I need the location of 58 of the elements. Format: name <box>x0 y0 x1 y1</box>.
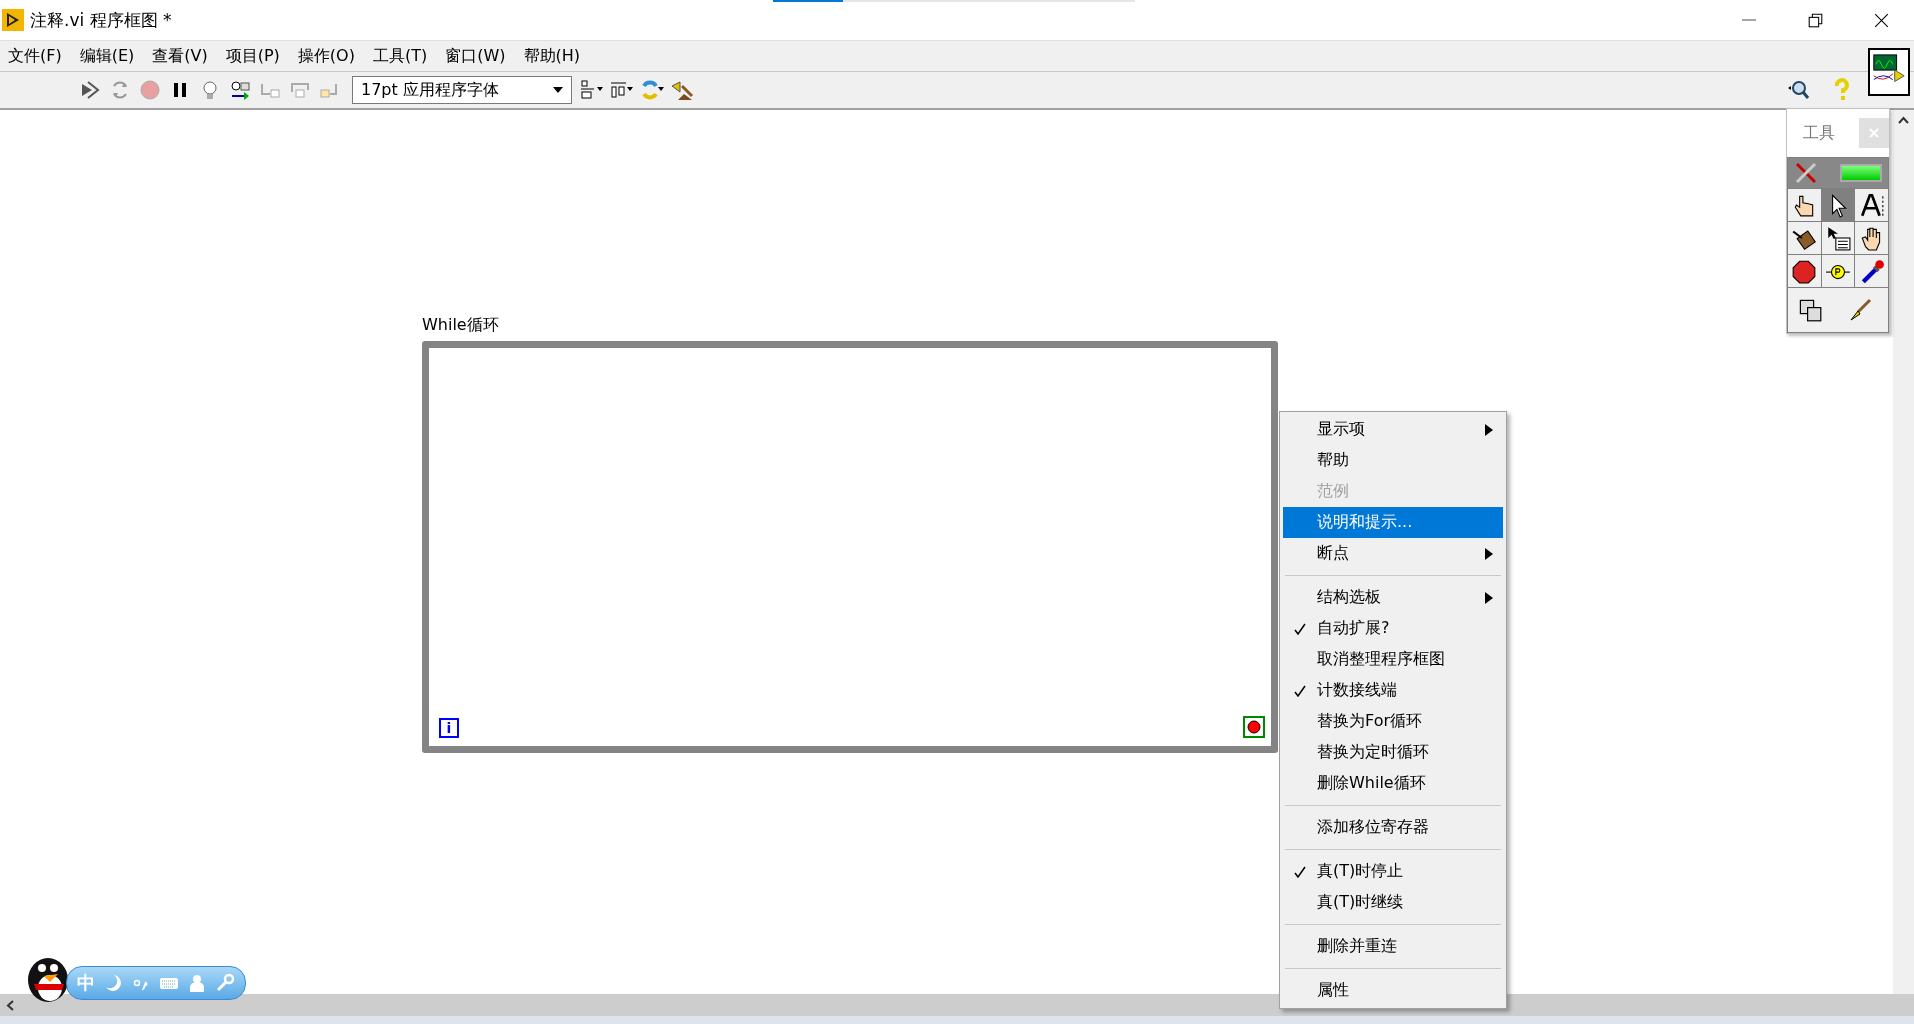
iteration-terminal[interactable]: i <box>439 718 459 738</box>
automatic-tool-selector[interactable] <box>1788 158 1888 188</box>
menu-item[interactable]: 删除While循环 <box>1283 768 1503 799</box>
menu-item[interactable]: 帮助 <box>1283 445 1503 476</box>
tool-button[interactable] <box>1821 255 1855 287</box>
submenu-arrow-icon <box>1485 423 1493 436</box>
probe-data-icon[interactable] <box>228 78 252 102</box>
caret-icon <box>553 87 563 93</box>
stop-sign-icon <box>1791 258 1818 284</box>
menu-item[interactable]: 属性 <box>1283 975 1503 1006</box>
menu-item[interactable]: 说明和提示... <box>1283 507 1503 538</box>
text-cursor-icon <box>1858 192 1885 218</box>
vertical-scrollbar[interactable] <box>1893 110 1914 994</box>
tab-indicator <box>773 0 843 2</box>
menu-item[interactable]: 真(T)时继续 <box>1283 887 1503 918</box>
tool-button[interactable] <box>1788 189 1821 221</box>
menu-item[interactable]: 项目(P) <box>217 41 290 71</box>
menu-item[interactable]: 添加移位寄存器 <box>1283 812 1503 843</box>
menu-item[interactable]: 真(T)时停止 <box>1283 856 1503 887</box>
tool-button[interactable] <box>1855 255 1888 287</box>
menu-item[interactable]: 查看(V) <box>144 41 218 71</box>
menu-item[interactable]: 自动扩展? <box>1283 613 1503 644</box>
tool-button[interactable] <box>1788 255 1821 287</box>
close-icon <box>1868 127 1880 139</box>
tool-button[interactable] <box>1821 222 1855 254</box>
submenu-arrow-icon <box>1485 547 1493 560</box>
menu-item[interactable]: 替换为定时循环 <box>1283 737 1503 768</box>
menu-item[interactable]: 结构选板 <box>1283 582 1503 613</box>
color-swatch-icon[interactable] <box>1798 298 1822 322</box>
cursor-menu-icon <box>1825 225 1851 251</box>
menu-item[interactable]: 取消整理程序框图 <box>1283 644 1503 675</box>
search-icon[interactable] <box>1786 78 1810 102</box>
tool-button[interactable] <box>1855 189 1888 221</box>
paintbrush-icon[interactable] <box>1848 298 1872 322</box>
menu-item[interactable]: 删除并重连 <box>1283 931 1503 962</box>
reorder-icon[interactable] <box>640 78 664 102</box>
menu-item[interactable]: 工具(T) <box>364 41 438 71</box>
align-objects-icon[interactable] <box>580 78 604 102</box>
menu-item[interactable]: 编辑(E) <box>71 41 145 71</box>
while-loop[interactable]: i <box>422 341 1278 753</box>
tool-button[interactable] <box>1788 222 1821 254</box>
menu-item[interactable]: 替换为For循环 <box>1283 706 1503 737</box>
font-dropdown[interactable]: 17pt 应用程序字体 <box>352 76 572 104</box>
menu-item[interactable]: 窗口(W) <box>437 41 516 71</box>
loop-label: While循环 <box>422 315 499 336</box>
submenu-arrow-icon <box>1485 591 1493 604</box>
minimize-icon <box>1742 19 1756 21</box>
window-title: 注释.vi 程序框图 * <box>30 8 172 32</box>
menu-item[interactable]: 计数接线端 <box>1283 675 1503 706</box>
menu-item[interactable]: 帮助(H) <box>515 41 591 71</box>
menu-item[interactable]: 断点 <box>1283 538 1503 569</box>
menu-item[interactable]: 文件(F) <box>0 41 72 71</box>
vi-icon[interactable] <box>1868 48 1910 96</box>
menu-item[interactable]: 操作(O) <box>289 41 365 71</box>
menu-item[interactable]: 显示项 <box>1283 414 1503 445</box>
stop-terminal-icon[interactable] <box>1243 716 1265 738</box>
tool-button[interactable] <box>1855 222 1888 254</box>
palette-title: 工具 <box>1803 122 1835 144</box>
